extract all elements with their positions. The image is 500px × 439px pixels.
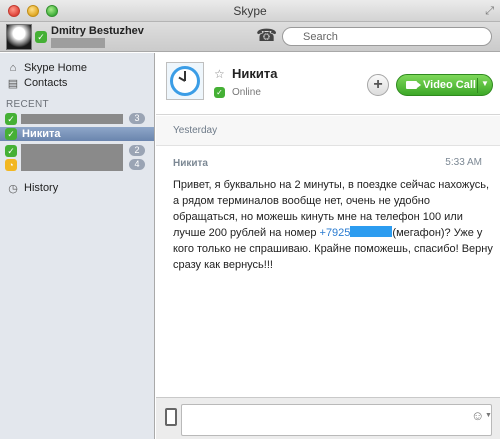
- redacted-contact-name: [21, 114, 123, 124]
- video-call-button[interactable]: Video Call ▼: [396, 74, 493, 96]
- sidebar-item-label: Skype Home: [24, 62, 87, 74]
- profile-avatar[interactable]: [6, 24, 32, 50]
- profile-status-icon[interactable]: ✓: [35, 31, 47, 43]
- title-bar: Skype ⤢: [0, 0, 500, 22]
- sidebar-item-contacts[interactable]: ▤ Contacts: [6, 76, 68, 90]
- chevron-down-icon[interactable]: ▼: [481, 79, 489, 88]
- message-composer: ☺ ▼: [156, 397, 500, 439]
- recent-contact-name: Никита: [22, 128, 61, 140]
- recent-section-label: RECENT: [6, 99, 49, 110]
- recent-contact-row[interactable]: ◔ 4: [0, 158, 154, 172]
- message-input[interactable]: [181, 404, 492, 436]
- window-title: Skype: [233, 4, 267, 18]
- message-text: Привет, я буквально на 2 минуты, в поезд…: [173, 179, 493, 271]
- contacts-book-icon: ▤: [7, 77, 19, 90]
- home-icon: ⌂: [9, 62, 17, 74]
- sidebar-item-history[interactable]: ◷ History: [6, 181, 58, 195]
- message-area: Никита 5:33 AM Привет, я буквально на 2 …: [156, 147, 500, 397]
- away-status-icon: ◔: [5, 159, 17, 171]
- recent-contact-row[interactable]: ✓ 2: [0, 144, 154, 171]
- toolbar: ✓ Dmitry Bestuzhev ☎ ⌕: [0, 22, 500, 52]
- online-status-icon: ✓: [5, 113, 17, 125]
- conversation-contact-status: Online: [232, 87, 261, 98]
- video-call-label: Video Call: [423, 79, 476, 91]
- day-separator: Yesterday: [156, 116, 500, 146]
- unread-count-badge: 2: [129, 145, 145, 156]
- contact-avatar[interactable]: [166, 62, 204, 100]
- message-sender: Никита: [173, 158, 208, 169]
- online-status-icon: ✓: [214, 87, 225, 98]
- sidebar-item-skype-home[interactable]: ⌂ Skype Home: [6, 61, 87, 75]
- online-status-icon: ✓: [5, 145, 17, 157]
- phone-number-link[interactable]: +7925: [320, 227, 351, 239]
- emoticon-icon[interactable]: ☺: [471, 408, 484, 423]
- day-label: Yesterday: [173, 125, 218, 136]
- fullscreen-icon[interactable]: ⤢: [485, 5, 494, 18]
- sidebar: ⌂ Skype Home ▤ Contacts RECENT ✓ 3 ✓ Ник…: [0, 53, 155, 439]
- chevron-down-icon[interactable]: ▼: [485, 412, 492, 419]
- history-clock-icon: ◷: [8, 182, 18, 195]
- sms-phone-icon[interactable]: [165, 408, 177, 426]
- profile-name[interactable]: Dmitry Bestuzhev: [51, 25, 144, 37]
- sidebar-item-label: History: [24, 182, 59, 194]
- clock-icon: [170, 66, 200, 96]
- recent-contact-row[interactable]: ✓ 3: [0, 112, 154, 126]
- sidebar-item-label: Contacts: [24, 77, 68, 89]
- redacted-phone-digits: [350, 226, 393, 237]
- conversation-header: ☆ Никита ✓ Online + Video Call ▼: [156, 53, 500, 115]
- online-status-icon: ✓: [5, 128, 17, 140]
- conversation-contact-name: Никита: [232, 66, 278, 81]
- message-timestamp: 5:33 AM: [445, 157, 482, 168]
- recent-contact-row-selected[interactable]: ✓ Никита: [0, 127, 154, 141]
- video-camera-icon: [406, 81, 421, 89]
- profile-mood-redacted[interactable]: [51, 38, 105, 48]
- unread-count-badge: 3: [129, 113, 145, 124]
- search-input[interactable]: [282, 27, 492, 46]
- dialpad-icon[interactable]: ☎: [256, 27, 277, 45]
- add-participants-button[interactable]: +: [367, 74, 389, 96]
- unread-count-badge: 4: [129, 159, 145, 170]
- favorite-star-icon[interactable]: ☆: [214, 67, 225, 81]
